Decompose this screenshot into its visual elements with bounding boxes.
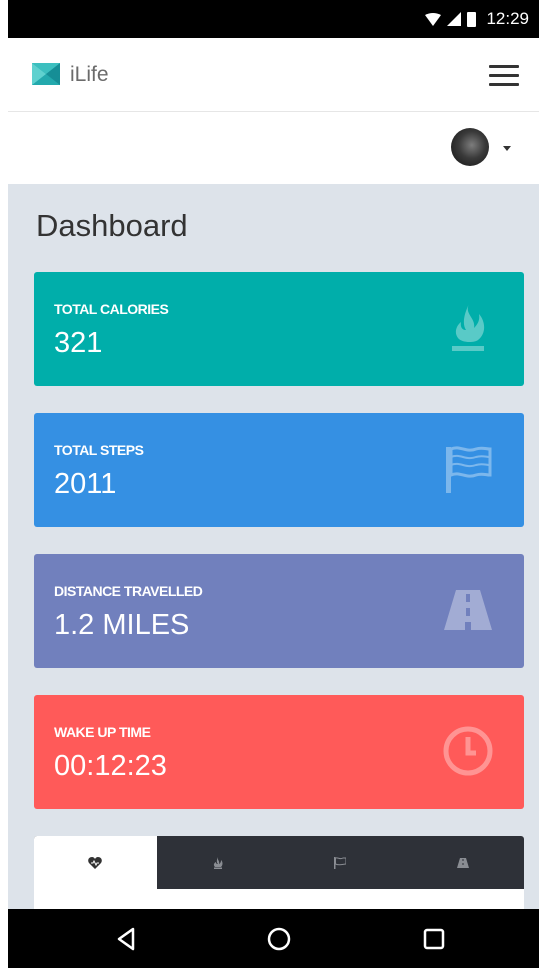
activity-tabs (34, 836, 524, 909)
app-title: iLife (70, 63, 109, 86)
stat-card-distance[interactable]: DISTANCE TRAVELLED 1.2 MILES (34, 554, 524, 668)
menu-icon-bar (489, 83, 519, 86)
card-label: TOTAL CALORIES (54, 301, 169, 317)
menu-icon-bar (489, 65, 519, 68)
flame-icon (452, 304, 485, 351)
stat-card-calories[interactable]: TOTAL CALORIES 321 (34, 272, 524, 386)
card-value: 1.2 MILES (54, 609, 190, 641)
tab-bar (34, 836, 524, 889)
card-value: 00:12:23 (54, 750, 167, 782)
card-label: TOTAL STEPS (54, 442, 144, 458)
flame-icon (213, 856, 223, 869)
flag-icon (446, 446, 492, 493)
road-icon (444, 590, 492, 630)
page-title: Dashboard (36, 208, 188, 243)
frame-left (0, 0, 8, 968)
app-logo-icon (32, 63, 60, 85)
home-icon[interactable] (265, 925, 293, 953)
battery-icon (467, 11, 477, 27)
clock-icon (443, 726, 493, 776)
avatar[interactable] (451, 128, 489, 166)
status-bar: 12:29 (8, 0, 539, 38)
hamburger-menu-button[interactable] (489, 65, 519, 87)
card-value: 2011 (54, 468, 117, 500)
stat-card-steps[interactable]: TOTAL STEPS 2011 (34, 413, 524, 527)
wifi-icon (425, 12, 442, 26)
recent-apps-icon[interactable] (420, 925, 448, 953)
status-icons: 12:29 (425, 0, 529, 38)
status-time: 12:29 (486, 9, 529, 28)
tab-distance[interactable] (402, 836, 525, 889)
frame-right (539, 0, 546, 968)
card-label: WAKE UP TIME (54, 724, 151, 740)
app-header: iLife (8, 38, 539, 112)
back-icon[interactable] (113, 925, 141, 953)
user-bar (8, 112, 539, 184)
road-icon (456, 857, 469, 868)
card-value: 321 (54, 327, 103, 359)
tab-calories[interactable] (157, 836, 280, 889)
tab-heart[interactable] (34, 836, 157, 889)
card-label: DISTANCE TRAVELLED (54, 583, 203, 599)
menu-icon-bar (489, 74, 519, 77)
signal-icon (447, 12, 462, 26)
dashboard-content: Dashboard TOTAL CALORIES 321 TOTAL STEPS… (8, 184, 539, 909)
heart-icon (88, 856, 103, 869)
flag-icon (334, 856, 347, 869)
chevron-down-icon[interactable] (503, 146, 511, 151)
tab-steps[interactable] (279, 836, 402, 889)
android-nav-bar (8, 909, 539, 968)
stat-card-wakeup[interactable]: WAKE UP TIME 00:12:23 (34, 695, 524, 809)
